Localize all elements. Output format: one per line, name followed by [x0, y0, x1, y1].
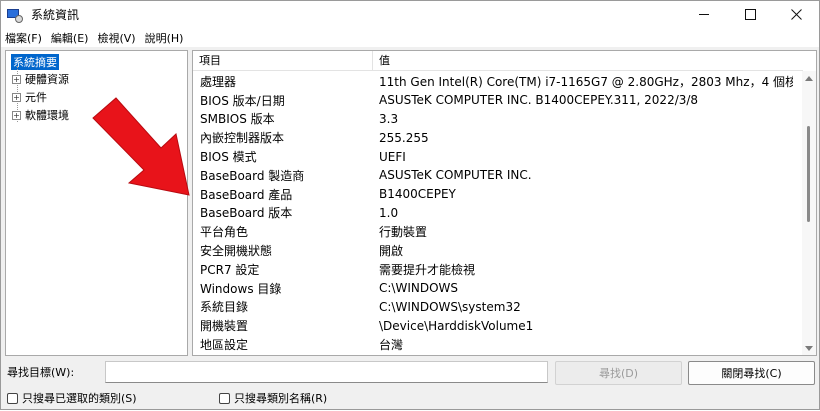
row-value-cell: \Device\HarddiskVolume1 — [379, 318, 534, 333]
search-input[interactable] — [105, 361, 548, 383]
row-item-cell: BIOS 模式 — [200, 150, 257, 165]
search-selected-category-checkbox[interactable]: 只搜尋已選取的類別(S) — [7, 390, 137, 406]
table-row[interactable]: 處理器 11th Gen Intel(R) Core(TM) i7-1165G7 … — [193, 72, 803, 91]
table-row[interactable]: BaseBoard 產品 B1400CEPEY — [193, 185, 803, 204]
row-value-cell: B1400CEPEY — [379, 187, 456, 202]
scroll-up-icon[interactable] — [805, 76, 813, 81]
row-item-cell: 系統目錄 — [200, 300, 249, 315]
menu-help[interactable]: 說明(H) — [145, 30, 184, 46]
row-value-cell: 開啟 — [379, 244, 404, 259]
details-list[interactable]: 項目 值 處理器 11th Gen Intel(R) Core(TM) i7-11… — [192, 50, 817, 356]
title-bar[interactable]: 系統資訊 — [1, 1, 819, 28]
tree-item-hardware-resources[interactable]: + 硬體資源 — [12, 71, 69, 87]
row-item-cell: SMBIOS 版本 — [200, 112, 275, 127]
table-row[interactable]: BaseBoard 製造商 ASUSTeK COMPUTER INC. — [193, 166, 803, 185]
scroll-down-icon[interactable] — [805, 346, 813, 351]
row-value-cell: 需要提升才能檢視 — [379, 262, 476, 277]
table-row[interactable]: 安全開機狀態 開啟 — [193, 241, 803, 260]
row-value-cell: 11th Gen Intel(R) Core(TM) i7-1165G7 @ 2… — [379, 74, 793, 89]
system-information-icon — [7, 7, 23, 23]
minimize-button[interactable] — [681, 1, 727, 28]
tree-item-label: 硬體資源 — [25, 73, 69, 86]
table-row[interactable]: PCR7 設定 需要提升才能檢視 — [193, 260, 803, 279]
table-row[interactable]: 系統目錄 C:\WINDOWS\system32 — [193, 298, 803, 317]
table-row[interactable]: SMBIOS 版本 3.3 — [193, 110, 803, 129]
checkbox-label: 只搜尋類別名稱(R) — [234, 392, 328, 405]
tree-item-software-environment[interactable]: + 軟體環境 — [12, 107, 69, 123]
row-item-cell: 開機裝置 — [200, 319, 249, 334]
scroll-thumb[interactable] — [807, 126, 810, 222]
table-row[interactable]: 內嵌控制器版本 255.255 — [193, 128, 803, 147]
menu-bar: 檔案(F) 編輯(E) 檢視(V) 說明(H) — [1, 28, 819, 47]
table-row[interactable]: Windows 目錄 C:\WINDOWS — [193, 279, 803, 298]
row-value-cell: ASUSTeK COMPUTER INC. — [379, 168, 532, 183]
tree-item-system-summary[interactable]: 系統摘要 — [10, 53, 60, 71]
row-item-cell: BaseBoard 製造商 — [200, 168, 305, 183]
row-item-cell: BIOS 版本/日期 — [200, 93, 285, 108]
category-tree[interactable]: 系統摘要 + 硬體資源 + 元件 + 軟體環境 — [5, 50, 188, 356]
table-row[interactable]: BaseBoard 版本 1.0 — [193, 204, 803, 223]
search-category-names-checkbox[interactable]: 只搜尋類別名稱(R) — [219, 390, 327, 406]
table-row[interactable]: BIOS 版本/日期 ASUSTeK COMPUTER INC. B1400CEP… — [193, 91, 803, 110]
column-header-value[interactable]: 值 — [373, 51, 390, 71]
row-value-cell: ASUSTeK COMPUTER INC. B1400CEPEY.311, 20… — [379, 93, 699, 108]
maximize-button[interactable] — [727, 1, 773, 28]
row-item-cell: 平台角色 — [200, 225, 249, 240]
row-value-cell: C:\WINDOWS — [379, 281, 459, 296]
find-button[interactable]: 尋找(D) — [555, 361, 682, 385]
row-item-cell: 安全開機狀態 — [200, 244, 273, 259]
row-item-cell: BaseBoard 版本 — [200, 206, 293, 221]
row-item-cell: PCR7 設定 — [200, 262, 260, 277]
menu-view[interactable]: 檢視(V) — [97, 30, 135, 46]
row-value-cell: 行動裝置 — [379, 225, 428, 240]
row-value-cell: 1.0 — [379, 205, 399, 220]
expand-icon[interactable]: + — [12, 110, 21, 120]
tree-item-components[interactable]: + 元件 — [12, 89, 47, 105]
tree-item-label: 軟體環境 — [25, 109, 69, 122]
close-find-button[interactable]: 關閉尋找(C) — [688, 361, 815, 385]
checkbox-box[interactable] — [219, 392, 230, 404]
table-row[interactable]: 開機裝置 \Device\HarddiskVolume1 — [193, 316, 803, 335]
row-value-cell: 3.3 — [379, 111, 399, 126]
menu-edit[interactable]: 編輯(E) — [51, 30, 89, 46]
expand-icon[interactable]: + — [12, 74, 21, 84]
row-value-cell: 台灣 — [379, 338, 404, 353]
row-item-cell: BaseBoard 產品 — [200, 187, 293, 202]
row-value-cell: 255.255 — [379, 130, 429, 145]
table-row[interactable]: 平台角色 行動裝置 — [193, 222, 803, 241]
row-item-cell: 內嵌控制器版本 — [200, 131, 285, 146]
expand-icon[interactable]: + — [12, 92, 21, 102]
column-header-item[interactable]: 項目 — [193, 51, 373, 71]
row-value-cell: C:\WINDOWS\system32 — [379, 299, 521, 314]
menu-file[interactable]: 檔案(F) — [5, 30, 42, 46]
vertical-scrollbar[interactable] — [802, 71, 816, 355]
window-title: 系統資訊 — [31, 8, 80, 22]
system-information-window: 系統資訊 檔案(F) 編輯(E) 檢視(V) 說明(H) 系統摘要 + 硬體資源… — [0, 0, 820, 410]
table-row[interactable]: 地區設定 台灣 — [193, 335, 803, 354]
list-header: 項目 值 — [193, 51, 803, 71]
row-item-cell: 處理器 — [200, 74, 237, 89]
row-value-cell: UEFI — [379, 149, 406, 164]
tree-item-label: 元件 — [25, 91, 47, 104]
close-icon — [790, 9, 802, 20]
table-row[interactable]: BIOS 模式 UEFI — [193, 147, 803, 166]
checkbox-box[interactable] — [7, 392, 18, 404]
checkbox-label: 只搜尋已選取的類別(S) — [22, 392, 137, 405]
row-item-cell: 地區設定 — [200, 338, 249, 353]
search-label: 尋找目標(W): — [7, 366, 75, 379]
close-button[interactable] — [773, 1, 819, 28]
row-item-cell: Windows 目錄 — [200, 281, 282, 296]
window-controls — [681, 1, 819, 28]
list-rows: 處理器 11th Gen Intel(R) Core(TM) i7-1165G7 … — [193, 72, 803, 354]
